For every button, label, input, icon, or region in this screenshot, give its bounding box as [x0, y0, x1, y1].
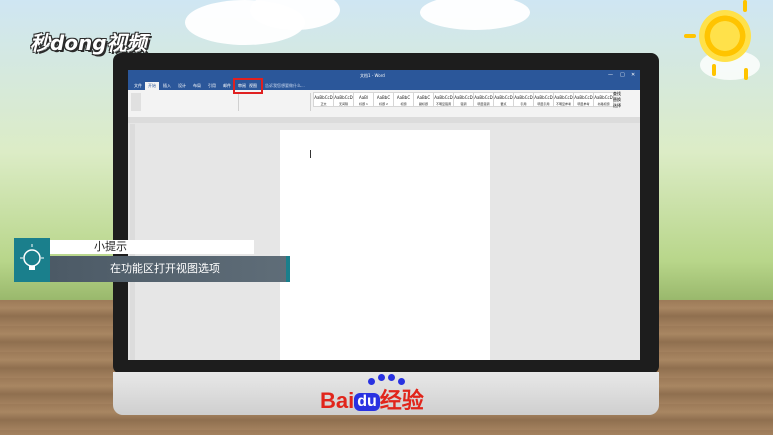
editing-group: 查找 替换 选择 — [613, 91, 640, 113]
tab-home[interactable]: 开始 — [145, 82, 159, 90]
style-item[interactable]: AaBbCcD 要点 — [493, 92, 514, 107]
select-button[interactable]: 选择 — [613, 103, 640, 109]
font-group — [158, 93, 239, 111]
baidu-du-badge: du — [354, 393, 380, 411]
ribbon-home: AaBbCcD 正文 AaBbCcD 无间隔 AaBl 标题 1 AaBbC 标题 2 AaBb… — [128, 90, 640, 118]
style-item[interactable]: AaBbCcD 不明显参考 — [553, 92, 574, 107]
sun-ray — [712, 64, 716, 76]
style-item[interactable]: AaBbCcD 不明显强调 — [433, 92, 454, 107]
style-preview: AaBbCcD — [514, 95, 533, 100]
baidu-jingyan-text: 经验 — [379, 388, 424, 413]
style-preview: AaBbCcD — [474, 95, 493, 100]
baidu-bai-text: Bai — [320, 388, 355, 413]
baidu-paw-icon — [398, 378, 405, 385]
style-item[interactable]: AaBbCcD 书籍标题 — [593, 92, 614, 107]
style-name: 引用 — [520, 102, 527, 106]
style-item[interactable]: AaBbCcD 强调 — [453, 92, 474, 107]
tab-insert[interactable]: 插入 — [160, 82, 174, 90]
style-preview: AaBbCcD — [314, 95, 333, 100]
lightbulb-icon — [14, 238, 50, 282]
style-name: 不明显参考 — [555, 102, 571, 106]
style-item[interactable]: AaBbC 副标题 — [413, 92, 434, 107]
tab-file[interactable]: 文件 — [131, 82, 145, 90]
style-name: 无间隔 — [338, 102, 348, 106]
styles-gallery[interactable]: AaBbCcD 正文 AaBbCcD 无间隔 AaBl 标题 1 AaBbC 标题 2 AaBb… — [313, 90, 614, 117]
style-preview: AaBbC — [396, 95, 411, 100]
watermark-logo: 秒dong视频 — [30, 31, 147, 55]
style-preview: AaBbCcD — [454, 95, 473, 100]
baidu-paw-icon — [378, 374, 385, 381]
style-preview: AaBbC — [376, 95, 391, 100]
style-name: 明显强调 — [477, 102, 490, 106]
sun-ray — [684, 34, 696, 38]
style-preview: AaBbCcD — [334, 95, 353, 100]
style-name: 明显参考 — [577, 102, 590, 106]
style-item[interactable]: AaBbCcD 正文 — [313, 92, 334, 107]
style-item[interactable]: AaBbCcD 明显强调 — [473, 92, 494, 107]
style-name: 强调 — [460, 102, 467, 106]
tip-title: 小提示 — [50, 240, 254, 254]
word-window: 文档1 - Word — □ ✕ 文件 开始 插入 设计 布局 引用 邮件 审阅… — [128, 70, 640, 360]
minimize-button[interactable]: — — [608, 72, 613, 78]
ribbon-tabs: 文件 开始 插入 设计 布局 引用 邮件 审阅 视图 告诉我您想要做什么... — [128, 81, 640, 90]
tip-body: 在功能区打开视图选项 — [50, 256, 286, 282]
style-item[interactable]: AaBbC 标题 — [393, 92, 414, 107]
close-button[interactable]: ✕ — [631, 72, 635, 78]
document-page[interactable] — [280, 130, 490, 360]
style-preview: AaBbCcD — [554, 95, 573, 100]
sun-ray — [744, 68, 748, 80]
style-name: 书籍标题 — [597, 102, 610, 106]
title-bar: 文档1 - Word — □ ✕ — [128, 70, 640, 81]
style-preview: AaBbCcD — [534, 95, 553, 100]
tab-references[interactable]: 引用 — [205, 82, 219, 90]
style-item[interactable]: AaBbCcD 引用 — [513, 92, 534, 107]
sun-icon — [699, 10, 751, 62]
style-item[interactable]: AaBbC 标题 2 — [373, 92, 394, 107]
view-tab-highlight — [233, 78, 263, 94]
paste-button[interactable] — [131, 93, 141, 111]
maximize-button[interactable]: □ — [620, 72, 625, 78]
paragraph-group — [240, 93, 311, 111]
style-name: 明显引用 — [537, 102, 550, 106]
baidu-jingyan-logo: Bai du 经验 — [320, 383, 424, 415]
tab-mailings[interactable]: 邮件 — [220, 82, 234, 90]
cloud-shape — [420, 0, 530, 30]
style-preview: AaBbCcD — [574, 95, 593, 100]
style-name: 要点 — [500, 102, 507, 106]
style-preview: AaBbC — [416, 95, 431, 100]
tab-layout[interactable]: 布局 — [190, 82, 204, 90]
tip-accent-bar — [286, 256, 290, 282]
horizontal-ruler — [128, 117, 640, 123]
baidu-paw-icon — [368, 378, 375, 385]
style-item[interactable]: AaBl 标题 1 — [353, 92, 374, 107]
style-preview: AaBbCcD — [434, 95, 453, 100]
style-name: 标题 1 — [359, 102, 368, 106]
tell-me-search[interactable]: 告诉我您想要做什么... — [262, 82, 308, 90]
style-item[interactable]: AaBbCcD 明显引用 — [533, 92, 554, 107]
style-name: 标题 — [400, 102, 407, 106]
style-item[interactable]: AaBbCcD 无间隔 — [333, 92, 354, 107]
text-cursor — [310, 150, 311, 158]
style-name: 不明显强调 — [435, 102, 451, 106]
style-preview: AaBl — [358, 95, 369, 100]
tab-design[interactable]: 设计 — [175, 82, 189, 90]
style-preview: AaBbCcD — [494, 95, 513, 100]
sun-ray — [743, 0, 747, 12]
style-name: 标题 2 — [379, 102, 388, 106]
baidu-paw-icon — [388, 374, 395, 381]
style-preview: AaBbCcD — [594, 95, 613, 100]
style-name: 正文 — [320, 102, 327, 106]
window-title: 文档1 - Word — [360, 73, 385, 78]
style-name: 副标题 — [418, 102, 428, 106]
style-item[interactable]: AaBbCcD 明显参考 — [573, 92, 594, 107]
